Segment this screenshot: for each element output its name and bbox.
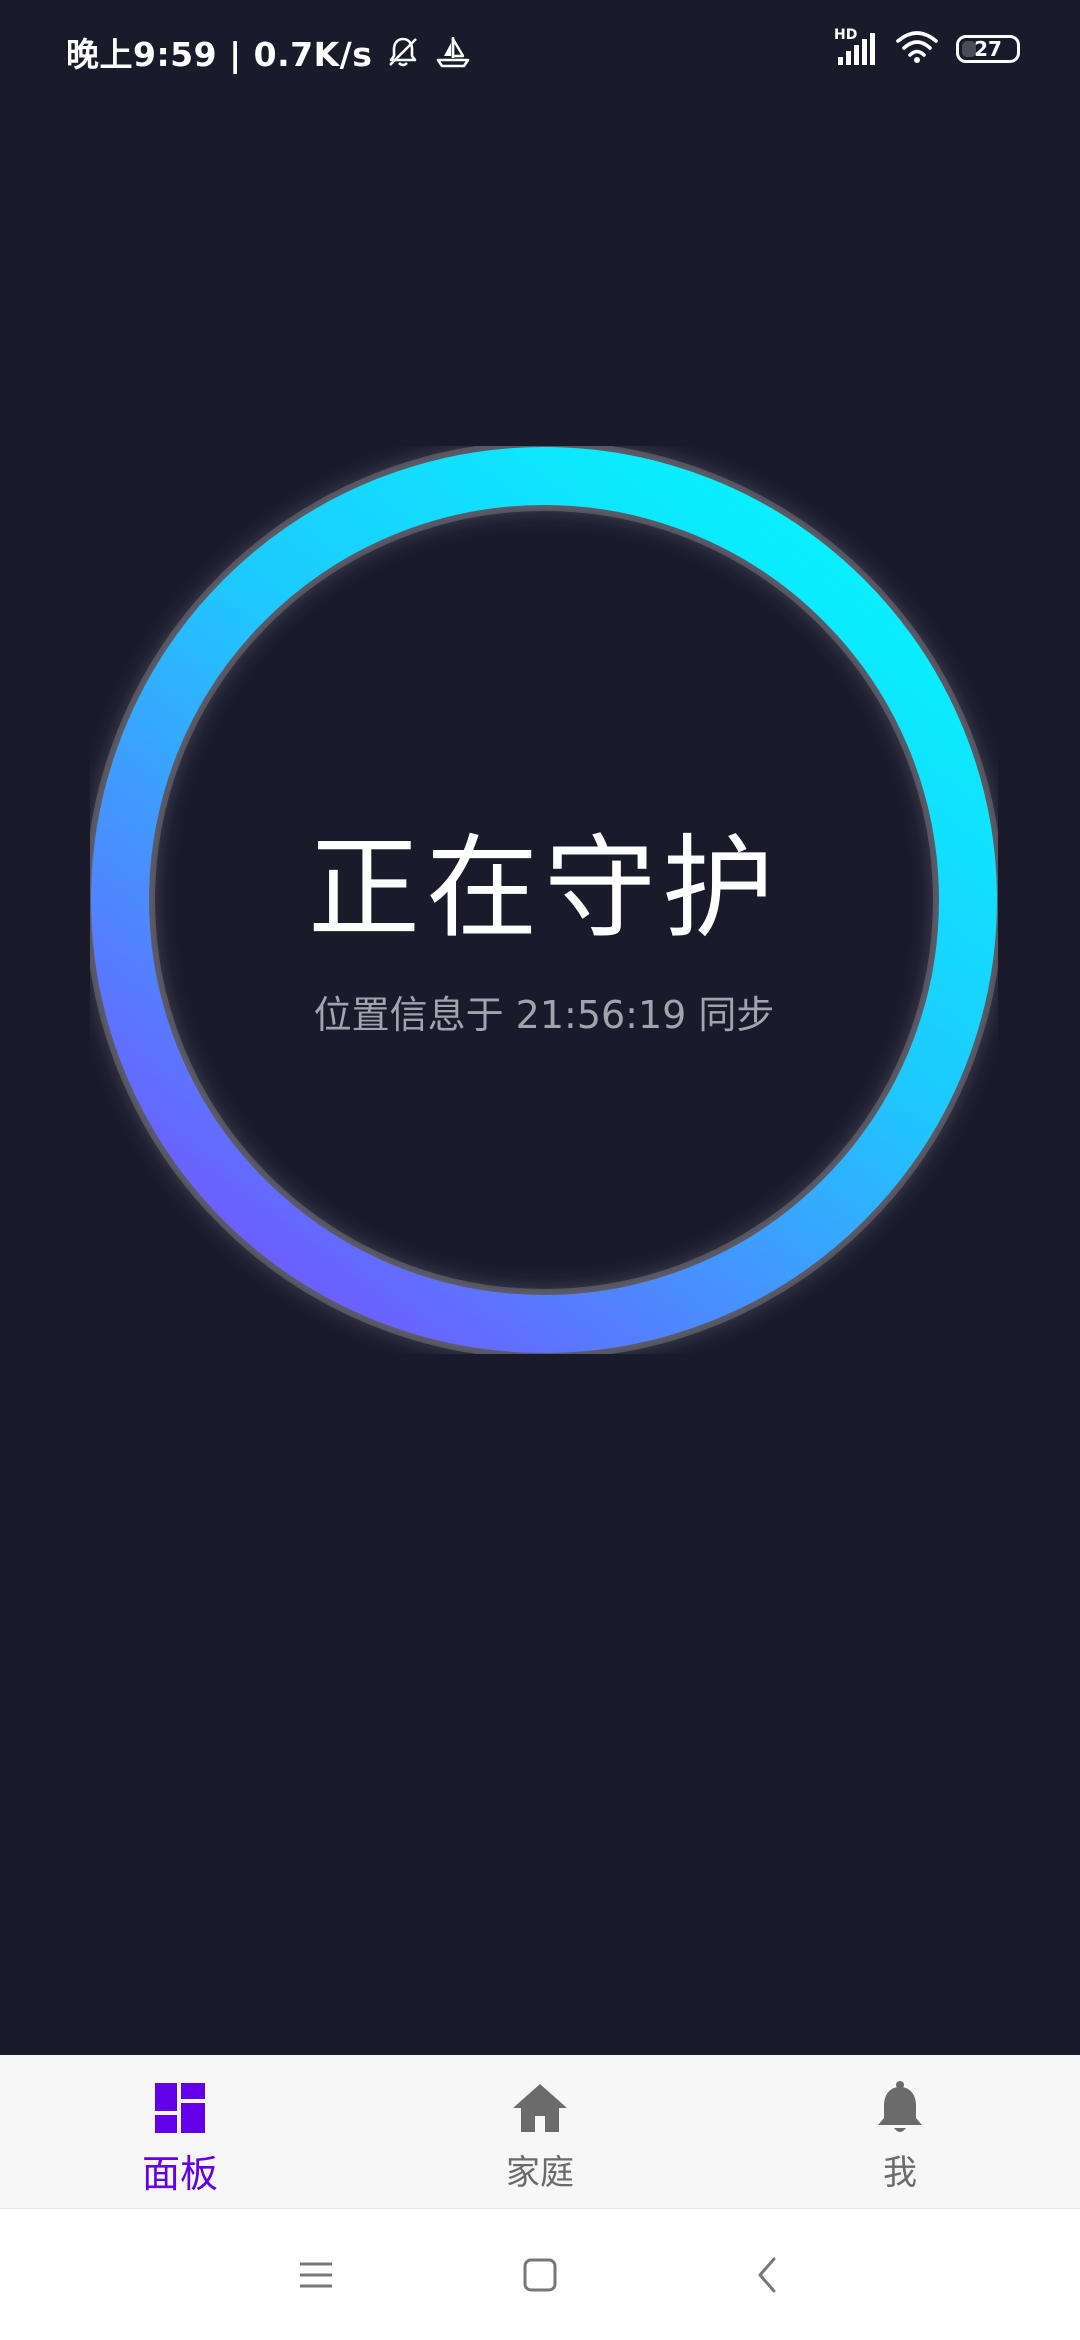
status-time-speed: 晚上9:59 | 0.7K/s	[66, 35, 373, 74]
dashboard-icon	[153, 2077, 207, 2139]
status-bar-left: 晚上9:59 | 0.7K/s	[66, 28, 472, 76]
nav-item-me[interactable]: 我	[720, 2055, 1080, 2208]
system-navigation-bar	[0, 2208, 1080, 2340]
bottom-navigation: 面板 家庭 我	[0, 2055, 1080, 2208]
ring-center: 正在守护 位置信息于 21:56:19 同步	[90, 446, 998, 1354]
back-icon[interactable]	[737, 2245, 797, 2305]
bell-muted-icon	[386, 35, 420, 69]
bell-icon	[875, 2077, 925, 2139]
status-bar-right: HD 27	[816, 27, 1020, 68]
wifi-icon	[896, 30, 938, 68]
battery-icon: 27	[956, 35, 1020, 63]
sailboat-icon	[434, 34, 472, 70]
nav-item-family[interactable]: 家庭	[360, 2055, 720, 2208]
status-bar: 晚上9:59 | 0.7K/s HD 27	[0, 0, 1080, 100]
protection-status-ring: 正在守护 位置信息于 21:56:19 同步	[90, 446, 998, 1354]
hd-signal-icon: HD	[834, 27, 878, 67]
home-icon	[511, 2077, 569, 2139]
nav-label-dashboard: 面板	[141, 2152, 218, 2196]
home-square-icon[interactable]	[510, 2245, 570, 2305]
menu-icon[interactable]	[286, 2245, 346, 2305]
protection-status-title: 正在守护	[308, 824, 780, 954]
nav-item-dashboard[interactable]: 面板	[0, 2055, 360, 2208]
nav-label-me: 我	[883, 2153, 917, 2193]
nav-label-family: 家庭	[506, 2153, 574, 2193]
location-sync-text: 位置信息于 21:56:19 同步	[313, 993, 775, 1037]
battery-level: 27	[974, 37, 1002, 61]
app-screen: 晚上9:59 | 0.7K/s HD 27 正在守护 位置信息于 21:56:1…	[0, 0, 1080, 2340]
